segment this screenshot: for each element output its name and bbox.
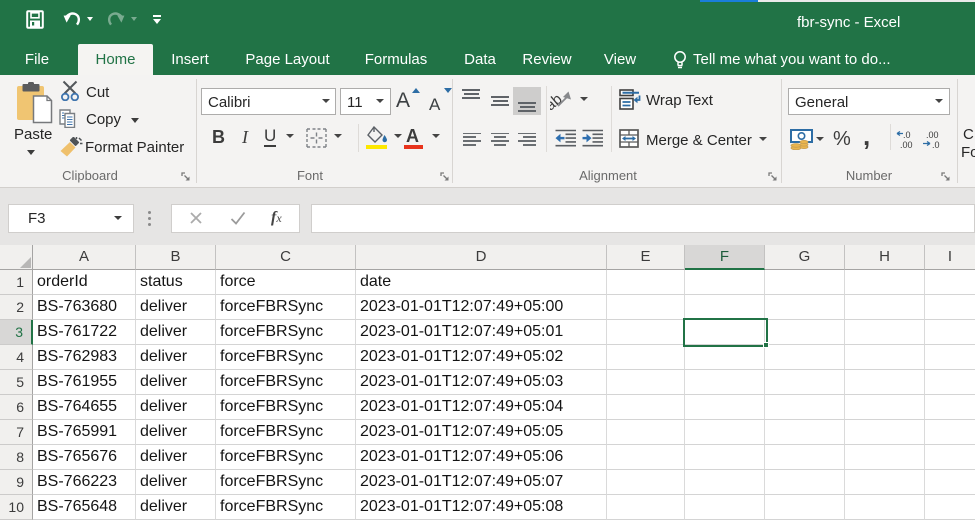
svg-text:.0: .0 [903, 130, 911, 140]
svg-text:.0: .0 [932, 140, 940, 149]
svg-text:.00: .00 [926, 130, 939, 140]
svg-text:.00: .00 [900, 140, 913, 149]
